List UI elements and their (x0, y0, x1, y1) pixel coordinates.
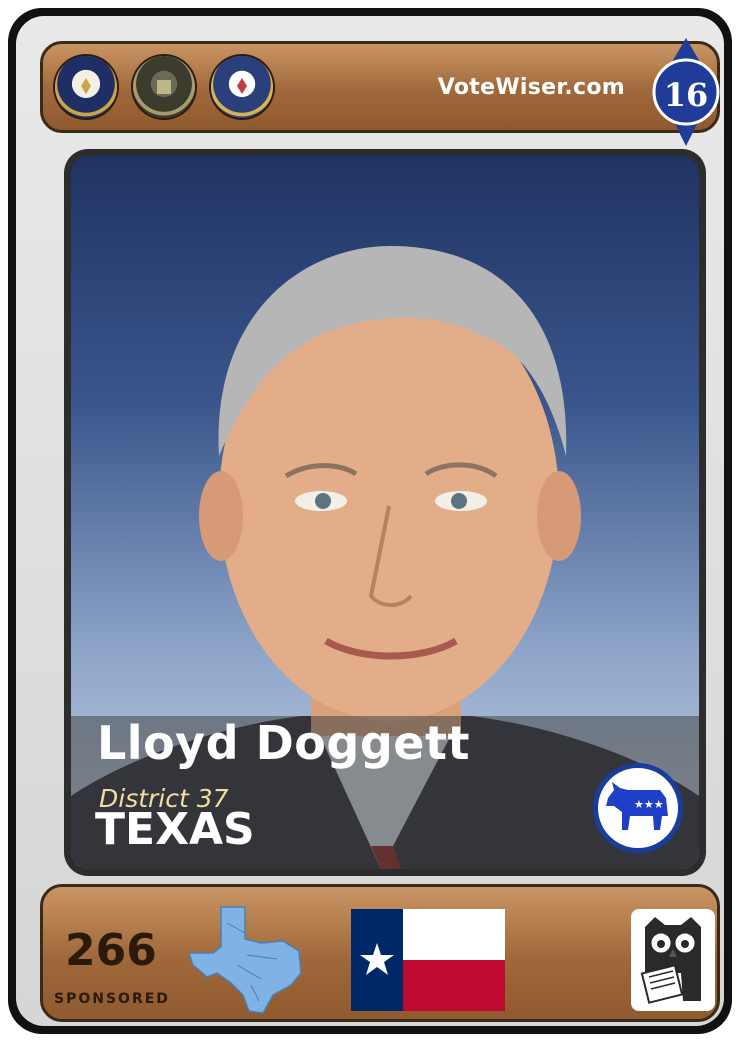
democrat-donkey-icon: ★★★ (593, 763, 683, 853)
photo-frame: Lloyd Doggett District 37 TEXAS ★★★ (64, 149, 706, 876)
portrait-photo: Lloyd Doggett District 37 TEXAS ★★★ (71, 156, 699, 869)
header-bar: VoteWiser.com (40, 41, 720, 133)
svg-text:★★★: ★★★ (634, 798, 664, 811)
member-name: Lloyd Doggett (97, 716, 470, 770)
sponsored-count: 266 (65, 925, 157, 976)
library-seal-icon (133, 56, 195, 118)
congress-seal-icon (211, 56, 273, 118)
texas-flag-icon (351, 909, 505, 1011)
texas-district-map-icon (187, 903, 305, 1015)
house-seal-icon (55, 56, 117, 118)
rank-number: 16 (663, 76, 709, 114)
state-label: TEXAS (95, 804, 255, 855)
sponsored-label: SPONSORED (54, 991, 170, 1007)
card-body: VoteWiser.com 16 Lloyd Doggett District … (16, 16, 724, 1026)
owl-reading-icon (631, 909, 715, 1011)
site-name[interactable]: VoteWiser.com (438, 75, 625, 100)
footer-bar: 266 SPONSORED (40, 884, 720, 1022)
rank-badge: 16 (646, 38, 726, 158)
card: VoteWiser.com 16 Lloyd Doggett District … (8, 8, 732, 1034)
